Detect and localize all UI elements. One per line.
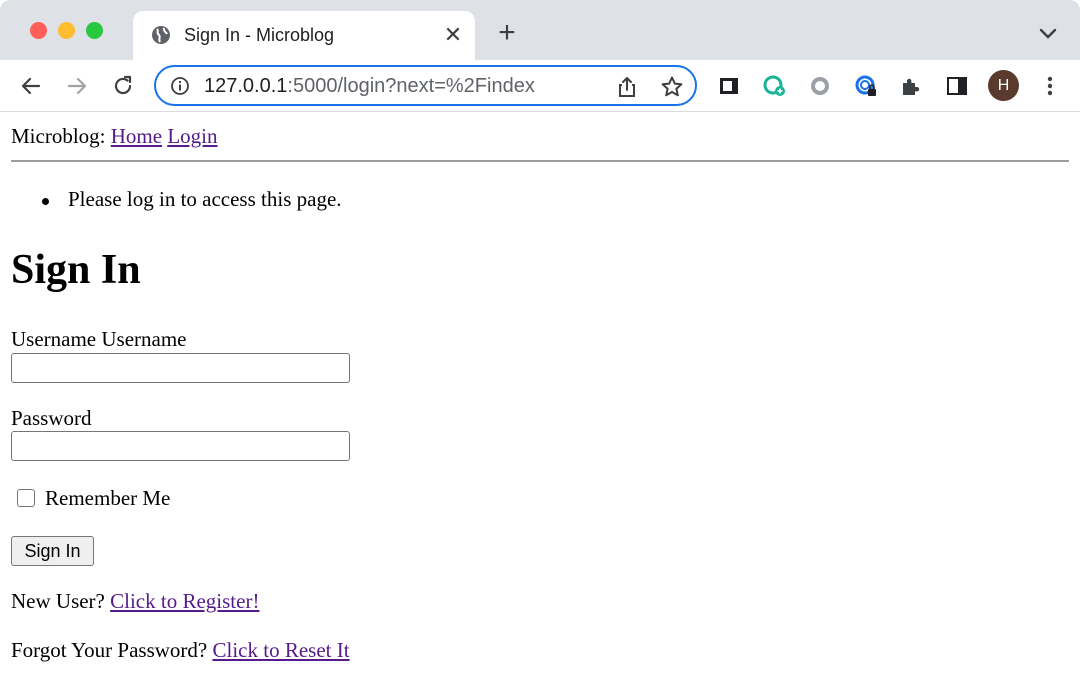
reload-icon[interactable] (111, 74, 135, 98)
browser-window: Sign In - Microblog ✕ + 127.0.0.1:5000/l… (0, 0, 1080, 697)
tab-strip: Sign In - Microblog ✕ + (0, 0, 1080, 60)
browser-toolbar: 127.0.0.1:5000/login?next=%2Findex H (0, 60, 1080, 112)
reset-prompt: Forgot Your Password? (11, 638, 208, 662)
tab-title: Sign In - Microblog (184, 25, 335, 45)
remember-me-checkbox[interactable] (17, 489, 35, 507)
register-link[interactable]: Click to Register! (110, 589, 259, 613)
bookmark-star-icon[interactable] (660, 75, 684, 99)
flash-message-text: Please log in to access this page. (68, 187, 342, 211)
sign-in-button[interactable]: Sign In (11, 536, 94, 566)
maximize-window-button[interactable] (86, 22, 103, 39)
nav-link-home[interactable]: Home (111, 124, 162, 148)
page-content: Microblog: Home Login Please log in to a… (0, 113, 1080, 697)
password-input[interactable] (11, 431, 350, 461)
chevron-down-icon[interactable] (1038, 26, 1058, 40)
url-text[interactable]: 127.0.0.1:5000/login?next=%2Findex (204, 75, 535, 98)
nav-divider (11, 160, 1069, 162)
info-icon[interactable] (170, 76, 190, 96)
minimize-window-button[interactable] (58, 22, 75, 39)
username-label: Username Username (11, 327, 187, 351)
brain-extension-icon[interactable] (762, 74, 786, 98)
more-options-icon[interactable] (1040, 74, 1060, 98)
site-brand: Microblog: (11, 124, 106, 148)
register-prompt: New User? (11, 589, 105, 613)
remember-me-label[interactable]: Remember Me (45, 486, 170, 511)
circle-extension-icon[interactable] (808, 74, 832, 98)
password-label: Password (11, 406, 92, 430)
username-input[interactable] (11, 353, 350, 383)
new-tab-button[interactable]: + (494, 18, 520, 48)
register-paragraph: New User? Click to Register! (11, 589, 259, 614)
page-title: Sign In (11, 247, 141, 293)
puzzle-extensions-icon[interactable] (899, 74, 923, 98)
password-manager-icon[interactable] (854, 74, 878, 98)
close-tab-icon[interactable]: ✕ (442, 24, 464, 46)
share-icon[interactable] (616, 75, 638, 99)
close-window-button[interactable] (30, 22, 47, 39)
address-bar[interactable]: 127.0.0.1:5000/login?next=%2Findex (154, 65, 697, 106)
back-arrow-icon[interactable] (19, 74, 43, 98)
reset-password-link[interactable]: Click to Reset It (212, 638, 349, 662)
nav-link-login[interactable]: Login (167, 124, 217, 148)
side-panel-icon[interactable] (945, 74, 969, 98)
reset-paragraph: Forgot Your Password? Click to Reset It (11, 638, 350, 663)
bullet-icon (42, 198, 49, 205)
profile-avatar[interactable]: H (988, 70, 1019, 101)
globe-icon (152, 26, 170, 44)
reading-mode-icon[interactable] (717, 74, 741, 98)
active-tab[interactable]: Sign In - Microblog ✕ (133, 11, 475, 60)
forward-arrow-icon[interactable] (65, 74, 89, 98)
url-host: 127.0.0.1 (204, 75, 288, 97)
url-path: :5000/login?next=%2Findex (287, 75, 535, 97)
site-nav: Microblog: Home Login (11, 124, 218, 149)
